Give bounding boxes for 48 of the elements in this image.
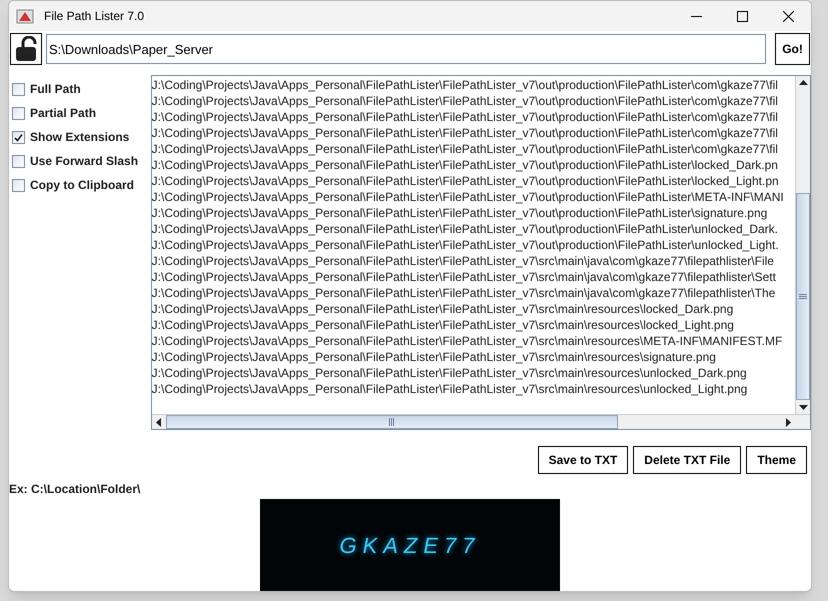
checkbox[interactable] (12, 106, 25, 120)
file-path-line: J:\Coding\Projects\Java\Apps_Personal\FilePathLister\FilePathLister_v7\out\production\FilePathLister\signature.png (152, 205, 768, 221)
path-example-hint: Ex: C:\Location\Folder\ (9, 481, 142, 498)
file-path-line: J:\Coding\Projects\Java\Apps_Personal\FilePathLister\FilePathLister_v7\src\main\java\com\gkaze77\filepathlister\Sett (152, 269, 776, 285)
window-title: File Path Lister 7.0 (44, 8, 144, 25)
file-path-line: J:\Coding\Projects\Java\Apps_Personal\FilePathLister\FilePathLister_v7\src\main\resources\signature.png (152, 349, 716, 365)
checkbox-label: Show Extensions (30, 129, 130, 146)
file-path-line: J:\Coding\Projects\Java\Apps_Personal\FilePathLister\FilePathLister_v7\out\production\FilePathLister\unlocked_Light. (152, 237, 779, 253)
checkbox-label: Use Forward Slash (30, 153, 138, 170)
file-path-line: J:\Coding\Projects\Java\Apps_Personal\FilePathLister\FilePathLister_v7\out\production\FilePathLister\com\gkaze77\fil (152, 125, 778, 141)
file-path-line: J:\Coding\Projects\Java\Apps_Personal\FilePathLister\FilePathLister_v7\out\production\FilePathLister\locked_Dark.pn (152, 157, 778, 173)
scrollbar-thumb[interactable] (166, 415, 618, 429)
checkbox-label: Partial Path (30, 105, 96, 122)
grip-icon (388, 418, 395, 426)
maximize-icon (736, 10, 748, 22)
close-icon (782, 10, 794, 22)
path-input-field[interactable]: S:\Downloads\Paper_Server (46, 34, 766, 64)
go-button[interactable]: Go! (775, 33, 810, 65)
file-path-line: J:\Coding\Projects\Java\Apps_Personal\FilePathLister\FilePathLister_v7\out\production\FilePathLister\com\gkaze77\fil (152, 141, 778, 157)
checkbox[interactable] (12, 178, 25, 192)
scrollbar-thumb[interactable] (796, 193, 810, 400)
grip-icon (799, 294, 807, 300)
logo-text: GKAZE77 (339, 532, 481, 560)
file-path-line: J:\Coding\Projects\Java\Apps_Personal\FilePathLister\FilePathLister_v7\src\main\resources\META-INF\MANIFEST.MF (152, 333, 782, 349)
action-button[interactable]: Theme (746, 446, 807, 474)
checkmark-icon (14, 132, 23, 142)
action-button[interactable]: Save to TXT (538, 446, 628, 474)
file-path-line: J:\Coding\Projects\Java\Apps_Personal\FilePathLister\FilePathLister_v7\src\main\java\com\gkaze77\filepathlister\The (152, 285, 776, 301)
file-path-line: J:\Coding\Projects\Java\Apps_Personal\FilePathLister\FilePathLister_v7\src\main\java\com\gkaze77\filepathlister\File (152, 253, 774, 269)
lock-toggle-button[interactable] (10, 33, 42, 65)
checkbox-label: Copy to Clipboard (30, 177, 134, 194)
checkbox-label: Full Path (30, 81, 81, 98)
action-button[interactable]: Delete TXT File (633, 446, 742, 474)
file-path-line: J:\Coding\Projects\Java\Apps_Personal\FilePathLister\FilePathLister_v7\src\main\resources\locked_Light.png (152, 317, 734, 333)
file-path-line: J:\Coding\Projects\Java\Apps_Personal\FilePathLister\FilePathLister_v7\out\production\FilePathLister\unlocked_Dark. (152, 221, 778, 237)
vertical-scrollbar[interactable] (795, 76, 810, 414)
file-path-line: J:\Coding\Projects\Java\Apps_Personal\FilePathLister\FilePathLister_v7\src\main\resources\unlocked_Light.png (152, 381, 748, 397)
file-path-line: J:\Coding\Projects\Java\Apps_Personal\FilePathLister\FilePathLister_v7\out\production\FilePathLister\com\gkaze77\fil (152, 93, 778, 109)
app-icon (16, 7, 34, 25)
checkbox[interactable] (12, 154, 25, 168)
file-path-line: J:\Coding\Projects\Java\Apps_Personal\FilePathLister\FilePathLister_v7\out\production\FilePathLister\com\gkaze77\fil (152, 77, 778, 93)
checkbox[interactable] (12, 130, 25, 144)
file-path-line: J:\Coding\Projects\Java\Apps_Personal\FilePathLister\FilePathLister_v7\out\production\FilePathLister\com\gkaze77\fil (152, 109, 778, 125)
file-path-line: J:\Coding\Projects\Java\Apps_Personal\FilePathLister\FilePathLister_v7\out\production\FilePathLister\META-INF\MANI (152, 189, 784, 205)
file-path-line: J:\Coding\Projects\Java\Apps_Personal\FilePathLister\FilePathLister_v7\src\main\resources\locked_Dark.png (152, 301, 734, 317)
checkbox[interactable] (12, 82, 25, 96)
file-path-line: J:\Coding\Projects\Java\Apps_Personal\FilePathLister\FilePathLister_v7\src\main\resources\unlocked_Dark.png (152, 365, 747, 381)
file-path-line: J:\Coding\Projects\Java\Apps_Personal\FilePathLister\FilePathLister_v7\out\production\FilePathLister\locked_Light.pn (152, 173, 779, 189)
